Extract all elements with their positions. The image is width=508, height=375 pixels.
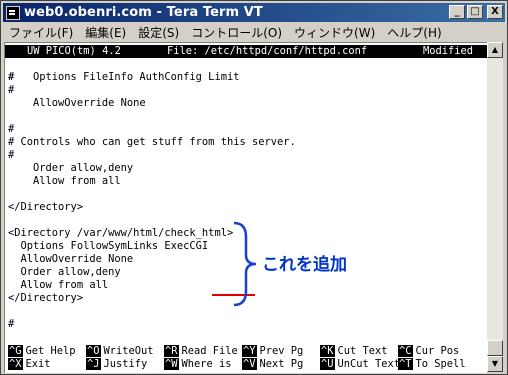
editor-line: <Directory /var/www/html/check_html> (8, 227, 234, 239)
shortcut-uncut-text[interactable]: ^U UnCut Text (320, 358, 400, 371)
annotation-label: これを追加 (262, 255, 347, 275)
shortcut-read-file[interactable]: ^R Read File (164, 345, 238, 358)
maximize-button[interactable]: □ (467, 5, 483, 19)
editor-line: # (8, 123, 15, 135)
editor-line: # (8, 149, 15, 161)
menu-file[interactable]: ファイル(F) (3, 24, 79, 41)
editor-line: </Directory> (8, 201, 84, 213)
shortcut-prev-page[interactable]: ^Y Prev Pg (242, 345, 303, 358)
menu-setup[interactable]: 設定(S) (132, 24, 185, 41)
menu-help[interactable]: ヘルプ(H) (381, 24, 447, 41)
menu-edit[interactable]: 編集(E) (79, 24, 132, 41)
tera-term-window: web0.obenri.com - Tera Term VT _ □ X ファイ… (0, 0, 508, 375)
minimize-button[interactable]: _ (449, 5, 465, 19)
shortcut-where-is[interactable]: ^W Where is (164, 358, 232, 371)
window-title: web0.obenri.com - Tera Term VT (24, 5, 263, 20)
shortcut-get-help[interactable]: ^G Get Help (8, 345, 76, 358)
shortcut-row: ^G Get Help ^O WriteOut ^R Read File ^Y Prev… (8, 345, 487, 358)
shortcut-writeout[interactable]: ^O WriteOut (86, 345, 154, 358)
editor-line: Options FollowSymLinks ExecCGI (8, 240, 209, 252)
menu-bar: ファイル(F) 編集(E) 設定(S) コントロール(O) ウィンドウ(W) ヘ… (3, 23, 505, 41)
shortcut-to-spell[interactable]: ^T To Spell (398, 358, 466, 371)
pico-status-bar: UW PICO(tm) 4.2 File: /etc/httpd/conf/ht… (5, 45, 487, 58)
scroll-up-button[interactable]: ▲ (487, 42, 503, 58)
editor-line: AllowOverride None (8, 253, 134, 265)
menu-control[interactable]: コントロール(O) (185, 24, 288, 41)
close-button[interactable]: X (487, 5, 503, 19)
editor-line: # Options FileInfo AuthConfig Limit (8, 71, 240, 83)
editor-line: Order allow,deny (8, 162, 134, 174)
menu-window[interactable]: ウィンドウ(W) (288, 24, 381, 41)
editor-line: AllowOverride None (8, 97, 146, 109)
curly-bracket-annotation (233, 221, 257, 307)
editor-line: # Controls who can get stuff from this s… (8, 136, 296, 148)
file-path: File: /etc/httpd/conf/httpd.conf (167, 45, 368, 57)
shortcut-row: ^X Exit ^J Justify ^W Where is ^V Next Pg ^U… (8, 358, 487, 371)
editor-version: UW PICO(tm) 4.2 (27, 45, 121, 57)
vertical-scrollbar[interactable]: ▲ ▼ (487, 42, 503, 372)
shortcut-cur-pos[interactable]: ^C Cur Pos (398, 345, 459, 358)
title-bar[interactable]: web0.obenri.com - Tera Term VT _ □ X (3, 3, 505, 22)
editor-line: # (8, 318, 15, 330)
shortcut-exit[interactable]: ^X Exit (8, 358, 51, 371)
shortcut-next-page[interactable]: ^V Next Pg (242, 358, 303, 371)
editor-line: </Directory> (8, 292, 84, 304)
scroll-thumb[interactable] (487, 340, 503, 356)
editor-line: Allow from all (8, 279, 109, 291)
editor-line: Allow from all (8, 175, 121, 187)
shortcut-cut-text[interactable]: ^K Cut Text (320, 345, 388, 358)
tera-term-app-icon[interactable] (6, 5, 20, 20)
shortcut-justify[interactable]: ^J Justify (86, 358, 147, 371)
editor-line: # (8, 84, 15, 96)
window-controls: _ □ X (447, 5, 503, 19)
scroll-down-button[interactable]: ▼ (487, 356, 503, 372)
editor-line: Order allow,deny (8, 266, 121, 278)
terminal-screen[interactable]: UW PICO(tm) 4.2 File: /etc/httpd/conf/ht… (4, 42, 487, 373)
modified-indicator: Modified (423, 45, 474, 57)
